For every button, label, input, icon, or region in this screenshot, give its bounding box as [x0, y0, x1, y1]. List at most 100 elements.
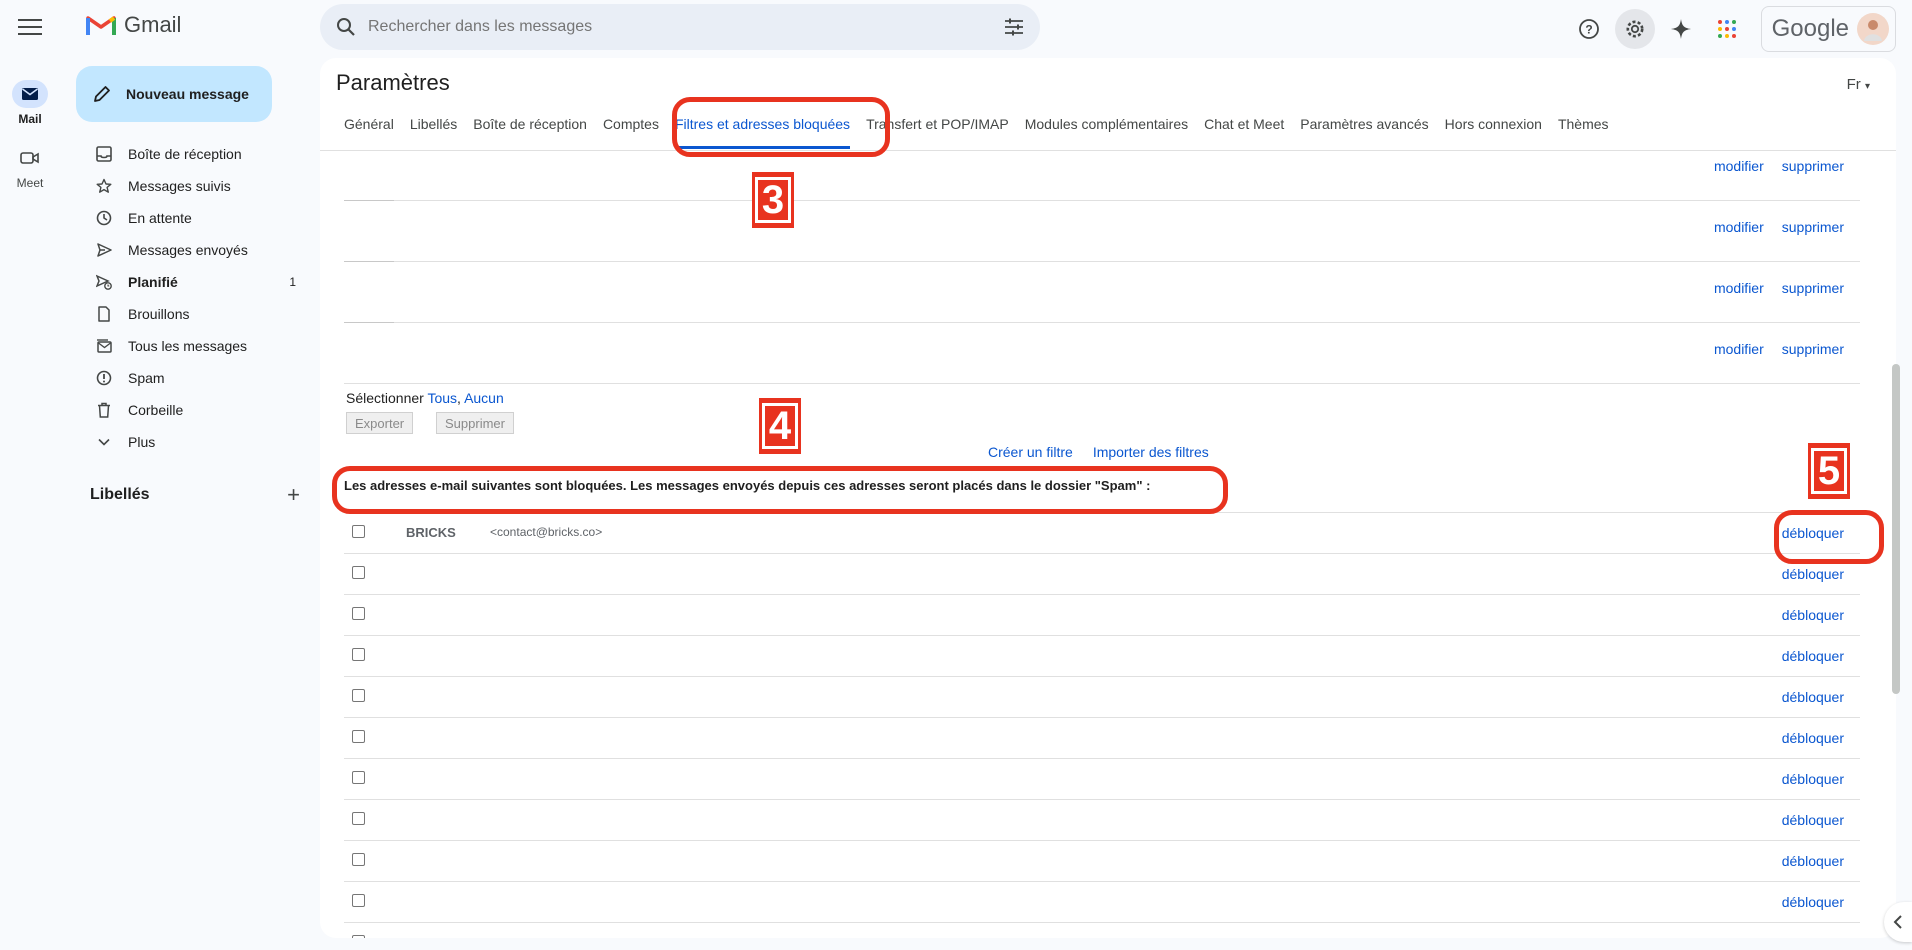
create-filter-link[interactable]: Créer un filtre [988, 444, 1073, 460]
inbox-icon [94, 144, 114, 164]
edit-filter-link[interactable]: modifier [1714, 219, 1764, 235]
select-label: Sélectionner [346, 390, 424, 406]
nav-item-scheduled[interactable]: Planifié 1 [64, 266, 306, 298]
export-button[interactable]: Exporter [346, 412, 414, 434]
search-bar [320, 4, 1040, 50]
nav-item-snoozed[interactable]: En attente [64, 202, 306, 234]
row-checkbox[interactable] [352, 525, 365, 538]
edit-filter-link[interactable]: modifier [1714, 341, 1764, 357]
row-checkbox[interactable] [352, 935, 365, 938]
rail-mail[interactable]: Mail [0, 80, 60, 126]
table-row: BRICKS <contact@bricks.co> débloquer [344, 512, 1860, 553]
nav-item-spam[interactable]: Spam [64, 362, 306, 394]
search-options-icon[interactable] [1004, 18, 1024, 36]
compose-button[interactable]: Nouveau message [76, 66, 272, 122]
labels-heading: Libellés + [90, 482, 300, 508]
nav-item-starred[interactable]: Messages suivis [64, 170, 306, 202]
apps-grid-icon[interactable] [1707, 9, 1747, 49]
trash-icon [94, 400, 114, 420]
unblock-link[interactable]: débloquer [1782, 730, 1844, 746]
search-icon[interactable] [336, 17, 356, 37]
table-row: débloquer [344, 717, 1860, 758]
chevron-left-icon [1893, 915, 1902, 929]
delete-filter-link[interactable]: supprimer [1782, 280, 1844, 296]
nav-item-label: Messages envoyés [128, 242, 248, 258]
annotation-number: 4 [759, 398, 801, 454]
delete-filter-link[interactable]: supprimer [1782, 219, 1844, 235]
nav-item-label: Spam [128, 370, 165, 386]
unblock-link[interactable]: débloquer [1782, 853, 1844, 869]
nav-item-label: Plus [128, 434, 156, 450]
delete-filter-link[interactable]: supprimer [1782, 158, 1844, 174]
rail-meet[interactable]: Meet [0, 144, 60, 190]
nav-item-inbox[interactable]: Boîte de réception [64, 138, 306, 170]
star-icon [94, 176, 114, 196]
all-mail-icon [94, 336, 114, 356]
unblock-link[interactable]: débloquer [1782, 689, 1844, 705]
edit-filter-link[interactable]: modifier [1714, 158, 1764, 174]
help-icon[interactable]: ? [1569, 9, 1609, 49]
unblock-link[interactable]: débloquer [1782, 607, 1844, 623]
table-row: débloquer [344, 553, 1860, 594]
nav-item-label: En attente [128, 210, 192, 226]
select-all-link[interactable]: Tous [427, 390, 457, 406]
edit-filter-link[interactable]: modifier [1714, 280, 1764, 296]
nav-item-label: Brouillons [128, 306, 190, 322]
mail-icon [12, 80, 48, 108]
select-none-link[interactable]: Aucun [464, 390, 504, 406]
nav-item-more[interactable]: Plus [64, 426, 306, 458]
annotation-highlight-tab [672, 97, 890, 157]
row-checkbox[interactable] [352, 689, 365, 702]
delete-selected-button[interactable]: Supprimer [436, 412, 514, 434]
delete-filter-link[interactable]: supprimer [1782, 341, 1844, 357]
unblock-link[interactable]: débloquer [1782, 812, 1844, 828]
row-checkbox[interactable] [352, 853, 365, 866]
filter-row: modifier supprimer [344, 140, 1860, 201]
annotation-highlight-unblock [1774, 510, 1884, 564]
row-checkbox[interactable] [352, 607, 365, 620]
scrollbar[interactable] [1892, 364, 1900, 694]
select-line: Sélectionner Tous, Aucun [346, 390, 504, 406]
search-input[interactable] [368, 18, 1004, 36]
table-row: débloquer [344, 881, 1860, 922]
nav-item-all-mail[interactable]: Tous les messages [64, 330, 306, 362]
nav-item-label: Messages suivis [128, 178, 231, 194]
rail-meet-label: Meet [16, 176, 44, 190]
nav-item-label: Planifié [128, 274, 178, 290]
unblock-link[interactable]: débloquer [1782, 566, 1844, 582]
spam-icon [94, 368, 114, 388]
caret-down-icon: ▾ [1864, 81, 1870, 92]
compose-label: Nouveau message [126, 86, 249, 102]
app-name: Gmail [124, 12, 182, 37]
row-checkbox[interactable] [352, 566, 365, 579]
nav-item-trash[interactable]: Corbeille [64, 394, 306, 426]
input-tools-label: Fr [1846, 76, 1861, 93]
row-checkbox[interactable] [352, 771, 365, 784]
input-tools-toggle[interactable]: Fr ▾ [1847, 76, 1870, 93]
gmail-logo[interactable]: Gmail [86, 12, 181, 38]
row-checkbox[interactable] [352, 812, 365, 825]
table-row: débloquer [344, 758, 1860, 799]
send-icon [94, 240, 114, 260]
settings-gear-icon[interactable] [1614, 9, 1655, 49]
gemini-sparkle-icon[interactable] [1661, 9, 1701, 49]
clock-icon [94, 208, 114, 228]
account-switcher[interactable]: Google [1760, 6, 1896, 52]
pencil-icon [94, 86, 110, 102]
unblock-link[interactable]: débloquer [1782, 648, 1844, 664]
nav-item-drafts[interactable]: Brouillons [64, 298, 306, 330]
unblock-link[interactable]: débloquer [1782, 894, 1844, 910]
add-label-icon[interactable]: + [287, 482, 300, 508]
svg-text:?: ? [1585, 23, 1592, 37]
row-checkbox[interactable] [352, 730, 365, 743]
row-checkbox[interactable] [352, 648, 365, 661]
filter-actions: Créer un filtre Importer des filtres [988, 444, 1209, 460]
nav-item-label: Boîte de réception [128, 146, 242, 162]
nav-item-sent[interactable]: Messages envoyés [64, 234, 306, 266]
row-checkbox[interactable] [352, 894, 365, 907]
main-menu-icon[interactable] [18, 16, 42, 35]
side-panel-toggle[interactable] [1884, 902, 1912, 942]
unblock-link[interactable]: débloquer [1782, 771, 1844, 787]
blocked-list: BRICKS <contact@bricks.co> débloquer déb… [344, 512, 1860, 938]
import-filters-link[interactable]: Importer des filtres [1093, 444, 1209, 460]
